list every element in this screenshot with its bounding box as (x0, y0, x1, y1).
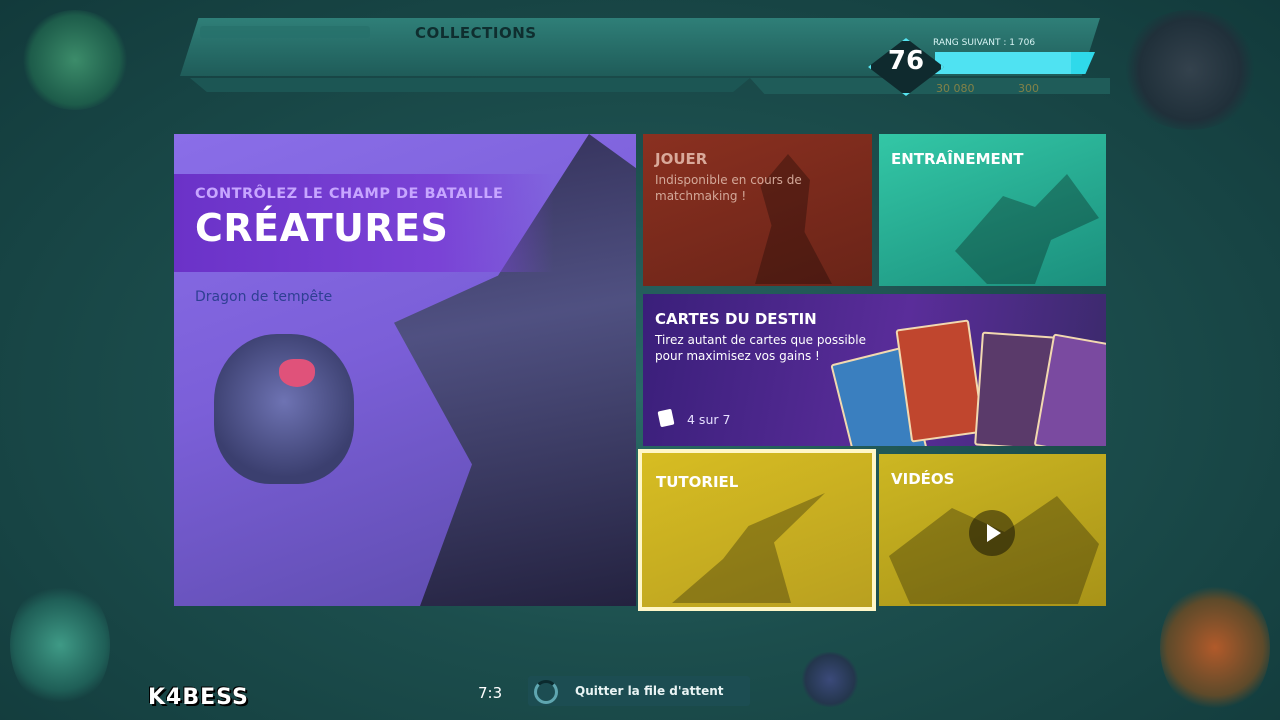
top-nav-underline (190, 78, 750, 92)
rank-progress-bar (935, 52, 1095, 74)
streamer-watermark: K4BESS (148, 685, 249, 710)
rank-level: 76 (887, 46, 925, 76)
mascot-top-right (1120, 10, 1260, 130)
gold-amount: 30 080 (936, 82, 975, 95)
currency-row: 30 080 300 (936, 82, 1079, 95)
destiny-title: CARTES DU DESTIN (655, 310, 817, 328)
training-tile[interactable]: ENTRAÎNEMENT (879, 134, 1106, 286)
mascot-top-left (20, 10, 130, 110)
featured-title: CRÉATURES (195, 206, 449, 250)
featured-creatures-panel[interactable]: CONTRÔLEZ LE CHAMP DE BATAILLE CRÉATURES… (174, 134, 636, 606)
loading-spinner-icon (534, 680, 558, 704)
videos-title: VIDÉOS (891, 470, 955, 488)
rank-next-label: RANG SUIVANT : 1 706 (933, 38, 1036, 48)
play-title: JOUER (655, 150, 708, 168)
tutorial-silhouette (672, 493, 825, 603)
videos-tile[interactable]: VIDÉOS (879, 454, 1106, 606)
destiny-progress: 4 sur 7 (657, 408, 730, 428)
featured-creature-link[interactable]: Dragon de tempête (195, 289, 332, 305)
rank-progress-fill (935, 52, 1071, 74)
destiny-card-2 (895, 319, 985, 443)
mascot-bottom-left (10, 580, 110, 710)
destiny-cards-tile[interactable]: CARTES DU DESTIN Tirez autant de cartes … (643, 294, 1106, 446)
mascot-bottom-center (800, 652, 860, 707)
training-title: ENTRAÎNEMENT (891, 150, 1024, 168)
leave-queue-label: Quitter la file d'attent (575, 684, 724, 698)
tab-obscured[interactable] (200, 26, 370, 38)
queue-timer: 7:3 (478, 684, 503, 702)
gems-amount: 300 (1018, 82, 1039, 95)
destiny-description: Tirez autant de cartes que possible pour… (655, 333, 867, 363)
tutorial-title: TUTORIEL (656, 473, 739, 491)
training-silhouette (955, 174, 1099, 284)
play-icon[interactable] (969, 510, 1015, 556)
mascot-bottom-right (1160, 580, 1270, 715)
leave-queue-button[interactable]: Quitter la file d'attent (528, 676, 750, 706)
tutorial-tile[interactable]: TUTORIEL (638, 449, 876, 611)
featured-subtitle: CONTRÔLEZ LE CHAMP DE BATAILLE (195, 186, 504, 202)
play-description: Indisponible en cours de matchmaking ! (655, 173, 802, 203)
baby-dragon-art (214, 334, 354, 484)
cards-icon (657, 408, 675, 428)
tab-collections[interactable]: COLLECTIONS (415, 24, 537, 42)
baby-dragon-mouth (279, 359, 315, 387)
play-tile[interactable]: JOUER Indisponible en cours de matchmaki… (643, 134, 872, 286)
